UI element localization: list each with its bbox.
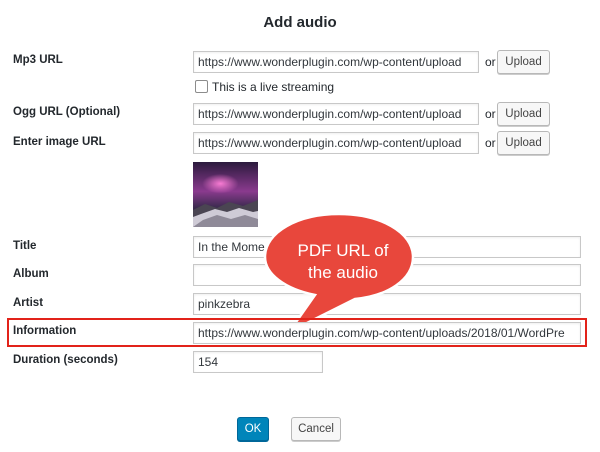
mp3-upload-button[interactable]: Upload [497, 50, 550, 74]
ok-button[interactable]: OK [237, 417, 269, 441]
image-or-text: or [485, 136, 496, 150]
cancel-button[interactable]: Cancel [291, 417, 341, 441]
ogg-url-input[interactable]: https://www.wonderplugin.com/wp-content/… [193, 103, 479, 125]
callout-line-1: PDF URL of [297, 241, 389, 260]
duration-label: Duration (seconds) [13, 354, 118, 366]
dialog-title: Add audio [263, 14, 337, 31]
cover-image-thumbnail [193, 162, 258, 227]
callout-line-2: the audio [308, 263, 378, 282]
image-url-label: Enter image URL [13, 136, 106, 148]
information-input[interactable]: https://www.wonderplugin.com/wp-content/… [193, 322, 581, 344]
mp3-url-label: Mp3 URL [13, 54, 63, 66]
mp3-or-text: or [485, 55, 496, 69]
ogg-or-text: or [485, 107, 496, 121]
duration-input[interactable]: 154 [193, 351, 323, 373]
image-url-input[interactable]: https://www.wonderplugin.com/wp-content/… [193, 132, 479, 154]
callout-text: PDF URL of the audio [268, 240, 418, 284]
album-label: Album [13, 268, 49, 280]
live-streaming-label: This is a live streaming [212, 80, 335, 94]
mp3-url-input[interactable]: https://www.wonderplugin.com/wp-content/… [193, 51, 479, 73]
artist-label: Artist [13, 297, 44, 309]
information-label: Information [13, 325, 77, 337]
ogg-upload-button[interactable]: Upload [497, 102, 550, 126]
title-label: Title [13, 240, 37, 252]
live-streaming-checkbox[interactable] [195, 80, 208, 93]
image-upload-button[interactable]: Upload [497, 131, 550, 155]
ogg-url-label: Ogg URL (Optional) [13, 106, 121, 118]
